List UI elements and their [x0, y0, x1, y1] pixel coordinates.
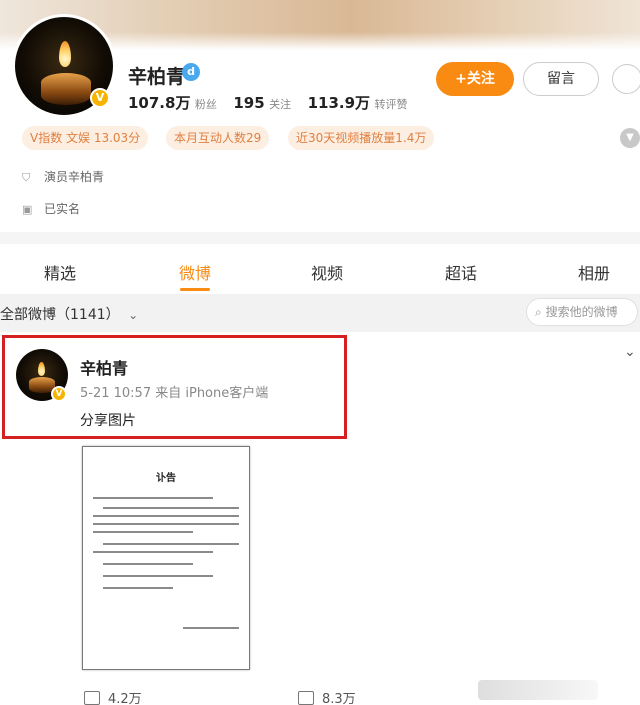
realname-text: 已实名	[44, 202, 81, 216]
doc-text-line	[103, 575, 213, 577]
tab-video[interactable]: 视频	[311, 260, 343, 284]
search-placeholder: 搜索他的微博	[545, 305, 618, 319]
comment-icon	[298, 691, 314, 705]
candle-body	[41, 73, 91, 105]
comment-count: 8.3万	[322, 692, 356, 705]
comment-action[interactable]: 8.3万	[298, 688, 356, 705]
doc-signature-line	[183, 627, 239, 629]
profile-name: 辛柏青	[128, 66, 186, 88]
doc-text-line	[93, 515, 239, 517]
section-divider	[0, 232, 640, 244]
follow-button[interactable]: +关注	[436, 62, 514, 96]
message-button[interactable]: 留言	[523, 62, 599, 96]
fans-count[interactable]: 107.8万	[128, 94, 190, 112]
doc-text-line	[93, 497, 213, 499]
profile-stats: 107.8万 粉丝 195 关注 113.9万 转评赞	[128, 92, 419, 113]
video-plays-tag[interactable]: 近30天视频播放量1.4万	[288, 126, 435, 150]
doc-text-line	[103, 507, 239, 509]
doc-text-line	[93, 523, 239, 525]
doc-text-line	[93, 551, 213, 553]
reposts-label: 转评赞	[374, 98, 408, 111]
shield-icon: ⛉	[22, 171, 31, 184]
info-row-occupation: ⛉ 演员辛柏青	[22, 168, 104, 185]
following-count[interactable]: 195	[233, 94, 264, 112]
obituary-title: 讣告	[156, 473, 176, 484]
chevron-down-icon[interactable]: ⌄	[624, 344, 636, 360]
share-action[interactable]: 4.2万	[84, 688, 142, 705]
highlight-box	[2, 335, 347, 439]
tab-album[interactable]: 相册	[578, 260, 610, 284]
active-tab-indicator	[180, 288, 210, 291]
reposts-count: 113.9万	[307, 94, 371, 112]
doc-text-line	[103, 563, 193, 565]
fans-label: 粉丝	[194, 98, 217, 111]
id-card-icon: ▣	[22, 203, 33, 216]
occupation-text: 演员辛柏青	[44, 170, 105, 184]
info-row-realname: ▣ 已实名	[22, 200, 80, 217]
verified-icon: d	[182, 63, 200, 81]
tab-supertopic[interactable]: 超话	[445, 260, 477, 284]
post-image-obituary[interactable]: 讣告	[82, 446, 250, 670]
candle-flame-icon	[59, 41, 71, 67]
more-options-button[interactable]	[612, 64, 640, 94]
post-search-input[interactable]: ⌕ 搜索他的微博	[526, 298, 638, 326]
post-filter-label: 全部微博（1141）	[0, 307, 120, 323]
share-count: 4.2万	[108, 692, 142, 705]
following-label: 关注	[269, 98, 292, 111]
profile-tabs: 精选 微博 视频 超话 相册	[0, 244, 640, 294]
search-icon: ⌕	[535, 305, 542, 319]
doc-text-line	[103, 543, 239, 545]
doc-text-line	[93, 531, 193, 533]
doc-text-line	[103, 587, 173, 589]
filter-bar: 全部微博（1141） ⌄ ⌕ 搜索他的微博	[0, 294, 640, 332]
chevron-down-icon[interactable]: ▼	[620, 128, 640, 148]
post-filter-dropdown[interactable]: 全部微博（1141） ⌄	[0, 304, 138, 324]
chevron-down-icon: ⌄	[128, 308, 139, 322]
monthly-interaction-tag[interactable]: 本月互动人数29	[166, 126, 270, 150]
share-icon	[84, 691, 100, 705]
tab-weibo[interactable]: 微博	[179, 260, 211, 284]
watermark	[478, 680, 598, 700]
v-index-tag[interactable]: V指数 文娱 13.03分	[22, 126, 149, 150]
vip-badge-icon: V	[90, 88, 110, 108]
tab-featured[interactable]: 精选	[44, 260, 76, 284]
